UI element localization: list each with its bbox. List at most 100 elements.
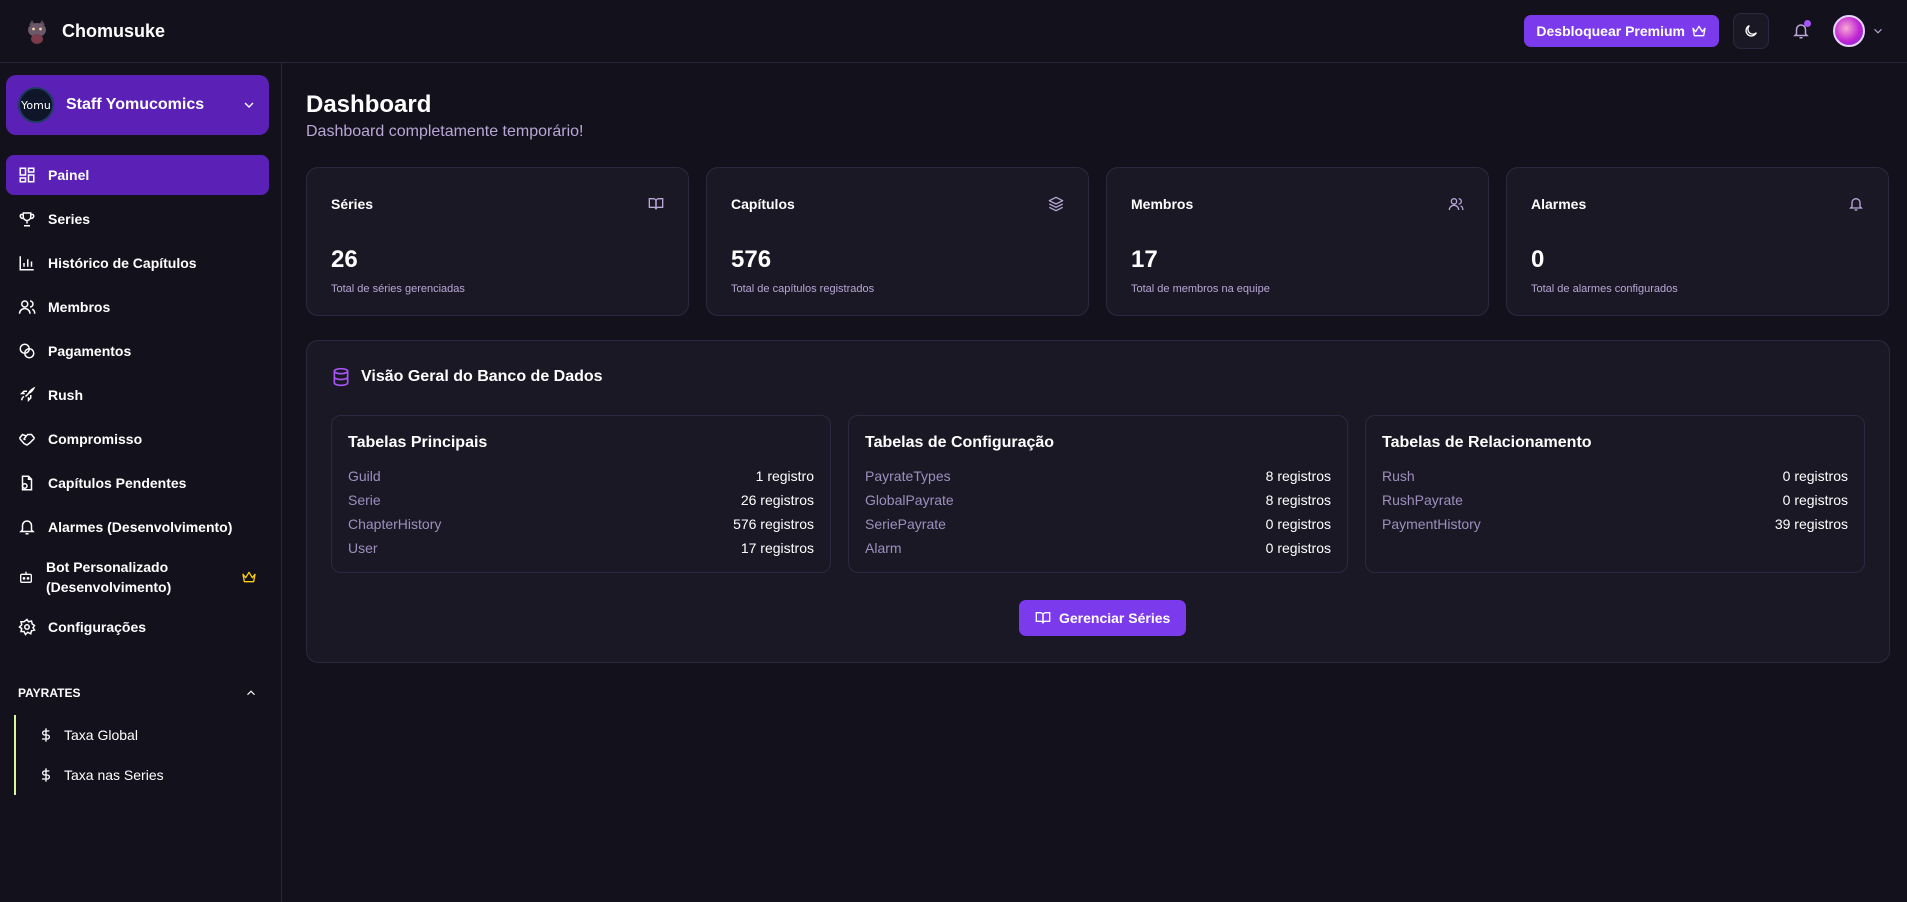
record-count: 0 registros <box>1782 468 1848 484</box>
app-name: Chomusuke <box>62 20 166 41</box>
table-row: Guild 1 registro <box>348 464 814 488</box>
sidebar-item-members[interactable]: Membros <box>6 287 269 327</box>
table-name: RushPayrate <box>1382 492 1463 508</box>
stat-card-series: Séries 26 Total de séries gerenciadas <box>306 167 689 316</box>
db-table-config: Tabelas de Configuração PayrateTypes 8 re… <box>848 415 1348 573</box>
handshake-icon <box>18 430 36 448</box>
user-menu[interactable] <box>1833 15 1885 47</box>
record-count: 0 registros <box>1265 516 1331 532</box>
stat-label: Alarmes <box>1531 196 1587 212</box>
table-row: User 17 registros <box>348 536 814 560</box>
stat-value: 0 <box>1531 246 1545 273</box>
table-name: PaymentHistory <box>1382 516 1481 532</box>
record-count: 0 registros <box>1782 492 1848 508</box>
sidebar-nav: Painel Series Histórico de Capítulos Mem… <box>6 155 269 651</box>
record-count: 39 registros <box>1774 516 1848 532</box>
stat-desc: Total de capítulos registrados <box>731 283 875 295</box>
sidebar-item-rush[interactable]: Rush <box>6 375 269 415</box>
bell-icon <box>18 518 36 536</box>
sidebar-item-chapter-history[interactable]: Histórico de Capítulos <box>6 243 269 283</box>
brand[interactable]: Chomusuke <box>22 16 165 46</box>
record-count: 8 registros <box>1265 492 1331 508</box>
unlock-premium-button[interactable]: Desbloquear Premium <box>1524 15 1719 47</box>
manage-series-label: Gerenciar Séries <box>1059 610 1171 626</box>
sidebar-item-label: Configurações <box>48 619 147 635</box>
table-row: Rush 0 registros <box>1382 464 1848 488</box>
cat-logo-icon <box>22 16 52 46</box>
bar-chart-icon <box>18 254 36 272</box>
sidebar-item-pending-chapters[interactable]: Capítulos Pendentes <box>6 463 269 503</box>
table-row: SeriePayrate 0 registros <box>865 512 1331 536</box>
sidebar-item-label: Membros <box>48 299 111 315</box>
gear-icon <box>18 618 36 636</box>
sidebar-item-alarms[interactable]: Alarmes (Desenvolvimento) <box>6 507 269 547</box>
stat-desc: Total de séries gerenciadas <box>331 283 465 295</box>
sidebar-item-label: Rush <box>48 387 83 403</box>
database-overview-title: Visão Geral do Banco de Dados <box>361 368 603 385</box>
sidebar-item-settings[interactable]: Configurações <box>6 607 269 647</box>
table-row: ChapterHistory 576 registros <box>348 512 814 536</box>
stat-desc: Total de membros na equipe <box>1131 283 1270 295</box>
record-count: 26 registros <box>740 492 814 508</box>
sidebar-item-series-rate[interactable]: Taxa nas Series <box>16 755 254 795</box>
layers-icon <box>1048 196 1064 212</box>
rocket-icon <box>18 386 36 404</box>
stat-desc: Total de alarmes configurados <box>1531 283 1678 295</box>
db-table-relations: Tabelas de Relacionamento Rush 0 registro… <box>1365 415 1865 573</box>
sidebar-item-painel[interactable]: Painel <box>6 155 269 195</box>
sidebar-item-global-rate[interactable]: Taxa Global <box>16 715 254 755</box>
table-name: Alarm <box>865 540 902 556</box>
chevron-down-icon <box>1871 24 1885 38</box>
sidebar-item-label: Pagamentos <box>48 343 132 359</box>
table-row: Alarm 0 registros <box>865 536 1331 560</box>
dollar-icon <box>38 727 54 743</box>
theme-toggle-button[interactable] <box>1733 13 1769 49</box>
book-icon <box>1035 610 1051 626</box>
page-subtitle: Dashboard completamente temporário! <box>306 123 584 140</box>
dollar-icon <box>38 767 54 783</box>
record-count: 0 registros <box>1265 540 1331 556</box>
sidebar-item-series[interactable]: Series <box>6 199 269 239</box>
record-count: 17 registros <box>740 540 814 556</box>
notifications-button[interactable] <box>1783 13 1819 49</box>
table-name: SeriePayrate <box>865 516 946 532</box>
table-name: Serie <box>348 492 381 508</box>
record-count: 8 registros <box>1265 468 1331 484</box>
sidebar-item-label: Alarmes (Desenvolvimento) <box>48 519 233 535</box>
top-bar: Chomusuke Desbloquear Premium <box>0 0 1907 63</box>
sidebar-item-payments[interactable]: Pagamentos <box>6 331 269 371</box>
db-table-title: Tabelas Principais <box>348 434 488 451</box>
table-name: Rush <box>1382 468 1415 484</box>
users-icon <box>18 298 36 316</box>
chevron-up-icon <box>244 686 258 700</box>
db-table-main: Tabelas Principais Guild 1 registro Serie… <box>331 415 831 573</box>
sidebar-item-commitment[interactable]: Compromisso <box>6 419 269 459</box>
payrates-section-toggle[interactable]: PAYRATES <box>18 683 258 703</box>
crown-icon <box>241 569 257 585</box>
guild-selector[interactable]: Yomu Staff Yomucomics <box>6 75 269 135</box>
book-icon <box>648 196 664 212</box>
sidebar-item-label: Capítulos Pendentes <box>48 475 187 491</box>
coins-icon <box>18 342 36 360</box>
bot-icon <box>18 569 34 585</box>
table-name: PayrateTypes <box>865 468 951 484</box>
crown-icon <box>1691 23 1707 39</box>
sidebar-item-label: Compromisso <box>48 431 143 447</box>
users-icon <box>1448 196 1464 212</box>
sidebar-item-custom-bot[interactable]: Bot Personalizado (Desenvolvimento) <box>6 551 269 603</box>
database-icon <box>331 367 351 387</box>
guild-avatar: Yomu <box>18 87 54 123</box>
record-count: 576 registros <box>733 516 814 532</box>
sidebar-item-label: Histórico de Capítulos <box>48 255 197 271</box>
db-table-title: Tabelas de Configuração <box>865 434 1055 451</box>
manage-series-button[interactable]: Gerenciar Séries <box>1019 600 1187 636</box>
table-row: PayrateTypes 8 registros <box>865 464 1331 488</box>
table-row: Serie 26 registros <box>348 488 814 512</box>
record-count: 1 registro <box>755 468 814 484</box>
moon-icon <box>1743 23 1759 39</box>
stat-value: 576 <box>731 246 772 273</box>
payrates-submenu: Taxa Global Taxa nas Series <box>14 715 254 795</box>
guild-name: Staff Yomucomics <box>66 96 205 113</box>
table-name: User <box>348 540 378 556</box>
page-title: Dashboard <box>306 91 432 118</box>
